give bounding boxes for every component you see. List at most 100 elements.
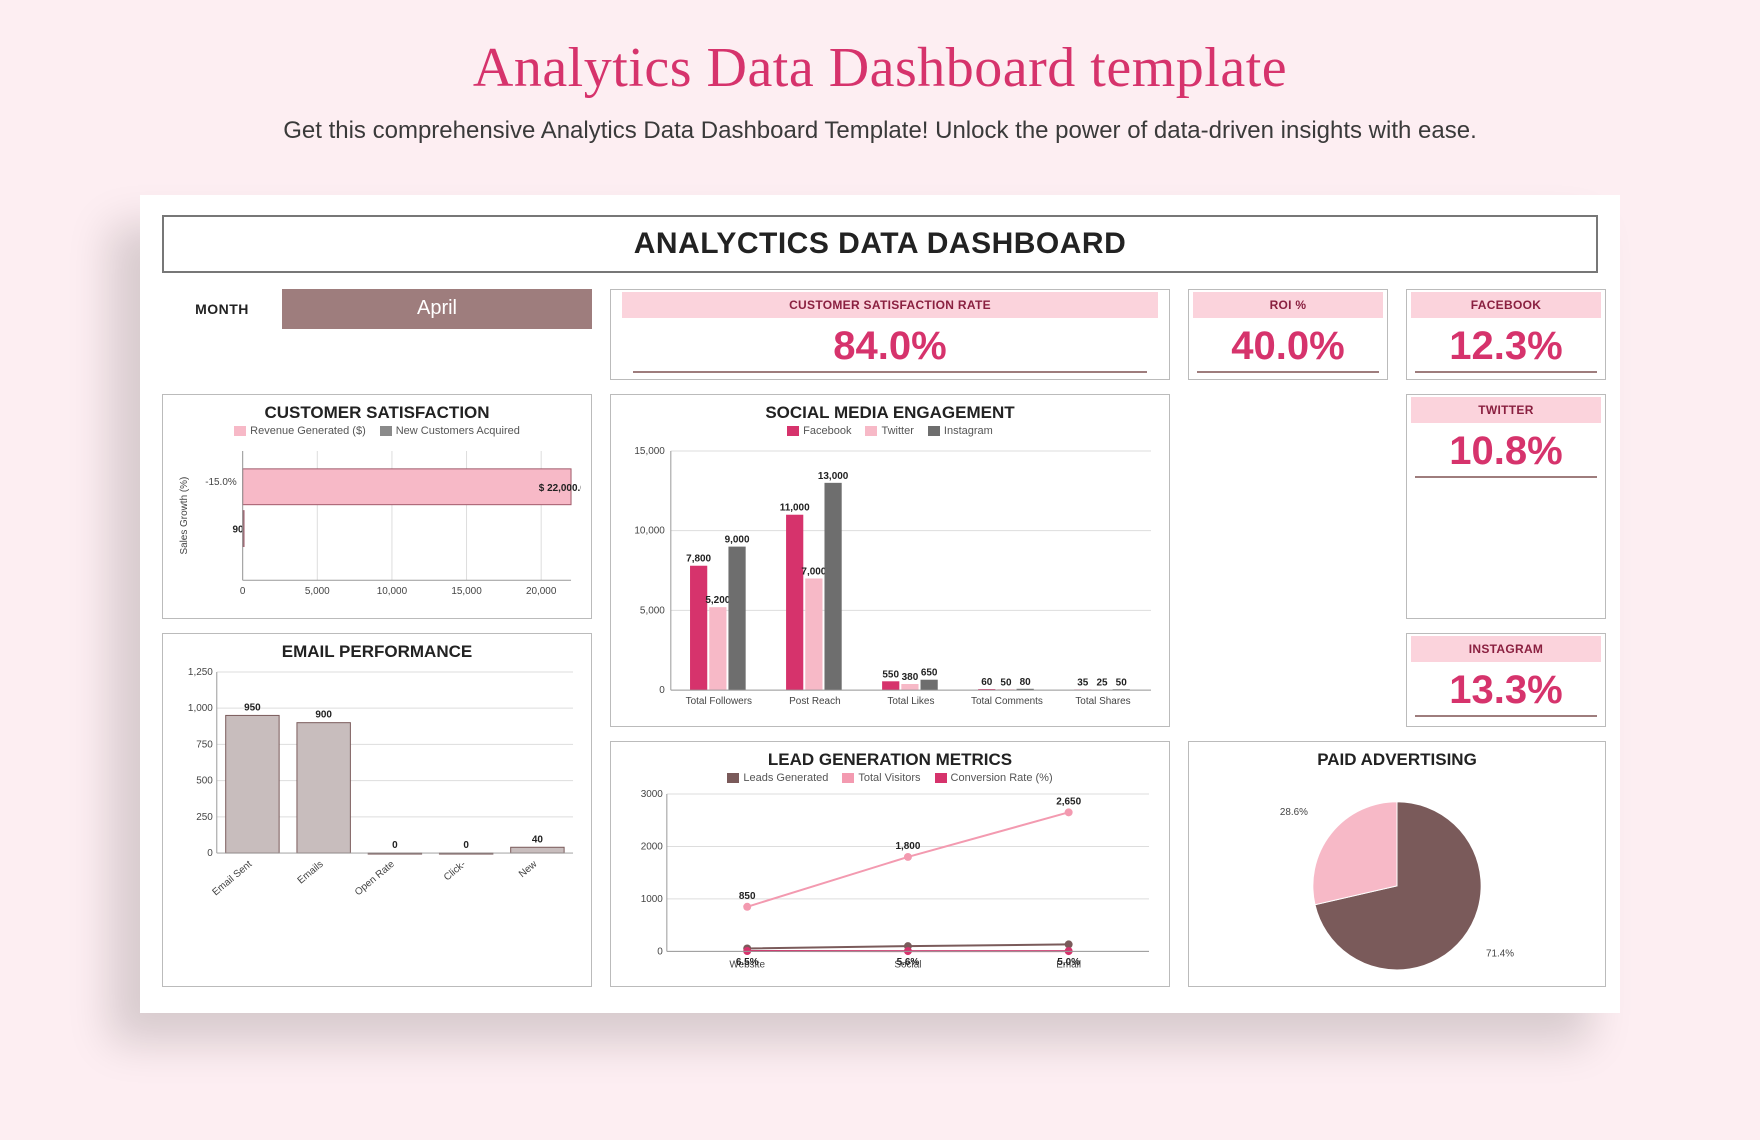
- svg-text:Post Reach: Post Reach: [789, 696, 840, 707]
- chart-social-media-engagement: SOCIAL MEDIA ENGAGEMENT Facebook Twitter…: [610, 394, 1170, 727]
- kpi-label: INSTAGRAM: [1411, 636, 1601, 662]
- chart-title: CUSTOMER SATISFACTION: [173, 403, 581, 423]
- chart-email-performance: EMAIL PERFORMANCE 0 250 500 750 1,000 1,250 95…: [162, 633, 592, 986]
- svg-text:13,000: 13,000: [818, 471, 849, 482]
- svg-text:650: 650: [921, 668, 938, 679]
- svg-text:250: 250: [196, 812, 213, 823]
- svg-text:15,000: 15,000: [634, 446, 665, 457]
- legend-item: Leads Generated: [727, 772, 828, 784]
- svg-text:1000: 1000: [641, 894, 664, 905]
- chart-title: PAID ADVERTISING: [1199, 750, 1595, 770]
- svg-text:50: 50: [1116, 677, 1128, 688]
- kpi-value: 84.0%: [633, 318, 1146, 373]
- svg-text:5,000: 5,000: [640, 605, 665, 616]
- svg-text:0: 0: [463, 840, 469, 851]
- dashboard-sheet: ANALYCTICS DATA DASHBOARD MONTH April CU…: [140, 195, 1620, 1013]
- svg-text:New: New: [517, 859, 540, 881]
- svg-text:$ 22,000.00: $ 22,000.00: [539, 483, 581, 494]
- kpi-facebook: FACEBOOK 12.3%: [1406, 289, 1606, 380]
- svg-text:500: 500: [196, 776, 213, 787]
- svg-text:Click-: Click-: [442, 859, 468, 883]
- svg-text:15,000: 15,000: [451, 586, 482, 597]
- kpi-value: 12.3%: [1415, 318, 1597, 373]
- svg-text:Total Comments: Total Comments: [971, 696, 1043, 707]
- legend-item: Instagram: [928, 425, 993, 437]
- svg-text:Open Rate: Open Rate: [353, 859, 397, 899]
- chart-legend: Facebook Twitter Instagram: [621, 425, 1159, 437]
- svg-text:35: 35: [1077, 677, 1089, 688]
- svg-text:0: 0: [657, 946, 663, 957]
- legend-item: New Customers Acquired: [380, 425, 520, 437]
- month-selector[interactable]: MONTH April: [162, 289, 592, 329]
- month-value[interactable]: April: [282, 289, 592, 329]
- svg-text:20,000: 20,000: [526, 586, 557, 597]
- svg-text:900: 900: [315, 710, 332, 721]
- svg-text:5.0%: 5.0%: [1057, 957, 1080, 968]
- svg-text:Total Likes: Total Likes: [887, 696, 934, 707]
- chart-paid-advertising: PAID ADVERTISING 71.4%28.6%: [1188, 741, 1606, 987]
- legend-item: Facebook: [787, 425, 851, 437]
- svg-text:0: 0: [207, 848, 213, 859]
- svg-text:80: 80: [1020, 677, 1032, 688]
- kpi-roi: ROI % 40.0%: [1188, 289, 1388, 380]
- chart-canvas: 0 5,000 10,000 15,000 7,800 5,200 9,000 Total F…: [621, 441, 1159, 720]
- chart-title: LEAD GENERATION METRICS: [621, 750, 1159, 770]
- svg-text:750: 750: [196, 740, 213, 751]
- svg-text:1,800: 1,800: [895, 841, 920, 852]
- svg-text:Emails: Emails: [296, 859, 326, 887]
- svg-text:9,000: 9,000: [725, 534, 750, 545]
- svg-text:11,000: 11,000: [780, 503, 810, 514]
- svg-text:40: 40: [532, 835, 544, 846]
- chart-lead-generation: LEAD GENERATION METRICS Leads Generated …: [610, 741, 1170, 987]
- svg-text:7,000: 7,000: [801, 566, 826, 577]
- kpi-label: FACEBOOK: [1411, 292, 1601, 318]
- svg-text:10,000: 10,000: [634, 525, 665, 536]
- svg-text:950: 950: [244, 703, 261, 714]
- svg-text:5,000: 5,000: [305, 586, 330, 597]
- chart-canvas: 0100020003000WebsiteSocialEmail8501,8002…: [621, 788, 1159, 977]
- chart-legend: Leads Generated Total Visitors Conversio…: [621, 772, 1159, 784]
- svg-text:2000: 2000: [641, 841, 664, 852]
- hero: Analytics Data Dashboard template Get th…: [0, 0, 1760, 167]
- svg-text:50: 50: [1000, 677, 1012, 688]
- svg-text:1,000: 1,000: [188, 704, 213, 715]
- page-title: Analytics Data Dashboard template: [0, 36, 1760, 100]
- legend-item: Twitter: [865, 425, 913, 437]
- kpi-value: 13.3%: [1415, 662, 1597, 717]
- chart-canvas: 02505007501,0001,250950Email Sent900Emai…: [173, 664, 581, 913]
- kpi-customer-satisfaction-rate: CUSTOMER SATISFACTION RATE 84.0%: [610, 289, 1170, 380]
- chart-title: SOCIAL MEDIA ENGAGEMENT: [621, 403, 1159, 423]
- svg-text:6.5%: 6.5%: [736, 957, 759, 968]
- svg-text:3000: 3000: [641, 789, 664, 800]
- kpi-value: 10.8%: [1415, 423, 1597, 478]
- chart-canvas: 05,00010,00015,00020,000$ 22,000.0090-15…: [173, 441, 581, 610]
- month-label: MONTH: [162, 289, 282, 329]
- dashboard-title: ANALYCTICS DATA DASHBOARD: [162, 215, 1598, 273]
- svg-text:71.4%: 71.4%: [1486, 948, 1514, 959]
- legend-item: Conversion Rate (%): [935, 772, 1053, 784]
- page-subtitle: Get this comprehensive Analytics Data Da…: [240, 114, 1520, 149]
- chart-customer-satisfaction: CUSTOMER SATISFACTION Revenue Generated …: [162, 394, 592, 620]
- svg-text:-15.0%: -15.0%: [205, 477, 237, 488]
- svg-text:7,800: 7,800: [686, 554, 711, 565]
- svg-text:0: 0: [659, 685, 665, 696]
- svg-text:0: 0: [392, 840, 398, 851]
- kpi-label: ROI %: [1193, 292, 1383, 318]
- svg-text:2,650: 2,650: [1056, 796, 1081, 807]
- chart-canvas: 71.4%28.6%: [1199, 772, 1595, 980]
- svg-text:0: 0: [240, 586, 246, 597]
- svg-text:5,200: 5,200: [705, 595, 730, 606]
- chart-title: EMAIL PERFORMANCE: [173, 642, 581, 662]
- svg-text:380: 380: [902, 672, 919, 683]
- svg-text:60: 60: [981, 677, 993, 688]
- svg-text:Total Shares: Total Shares: [1075, 696, 1130, 707]
- legend-item: Revenue Generated ($): [234, 425, 366, 437]
- kpi-label: TWITTER: [1411, 397, 1601, 423]
- kpi-value: 40.0%: [1197, 318, 1379, 373]
- kpi-instagram: INSTAGRAM 13.3%: [1406, 633, 1606, 726]
- svg-text:Total Followers: Total Followers: [686, 696, 752, 707]
- kpi-twitter: TWITTER 10.8%: [1406, 394, 1606, 620]
- svg-text:1,250: 1,250: [188, 667, 213, 678]
- svg-text:10,000: 10,000: [377, 586, 408, 597]
- chart-legend: Revenue Generated ($) New Customers Acqu…: [173, 425, 581, 437]
